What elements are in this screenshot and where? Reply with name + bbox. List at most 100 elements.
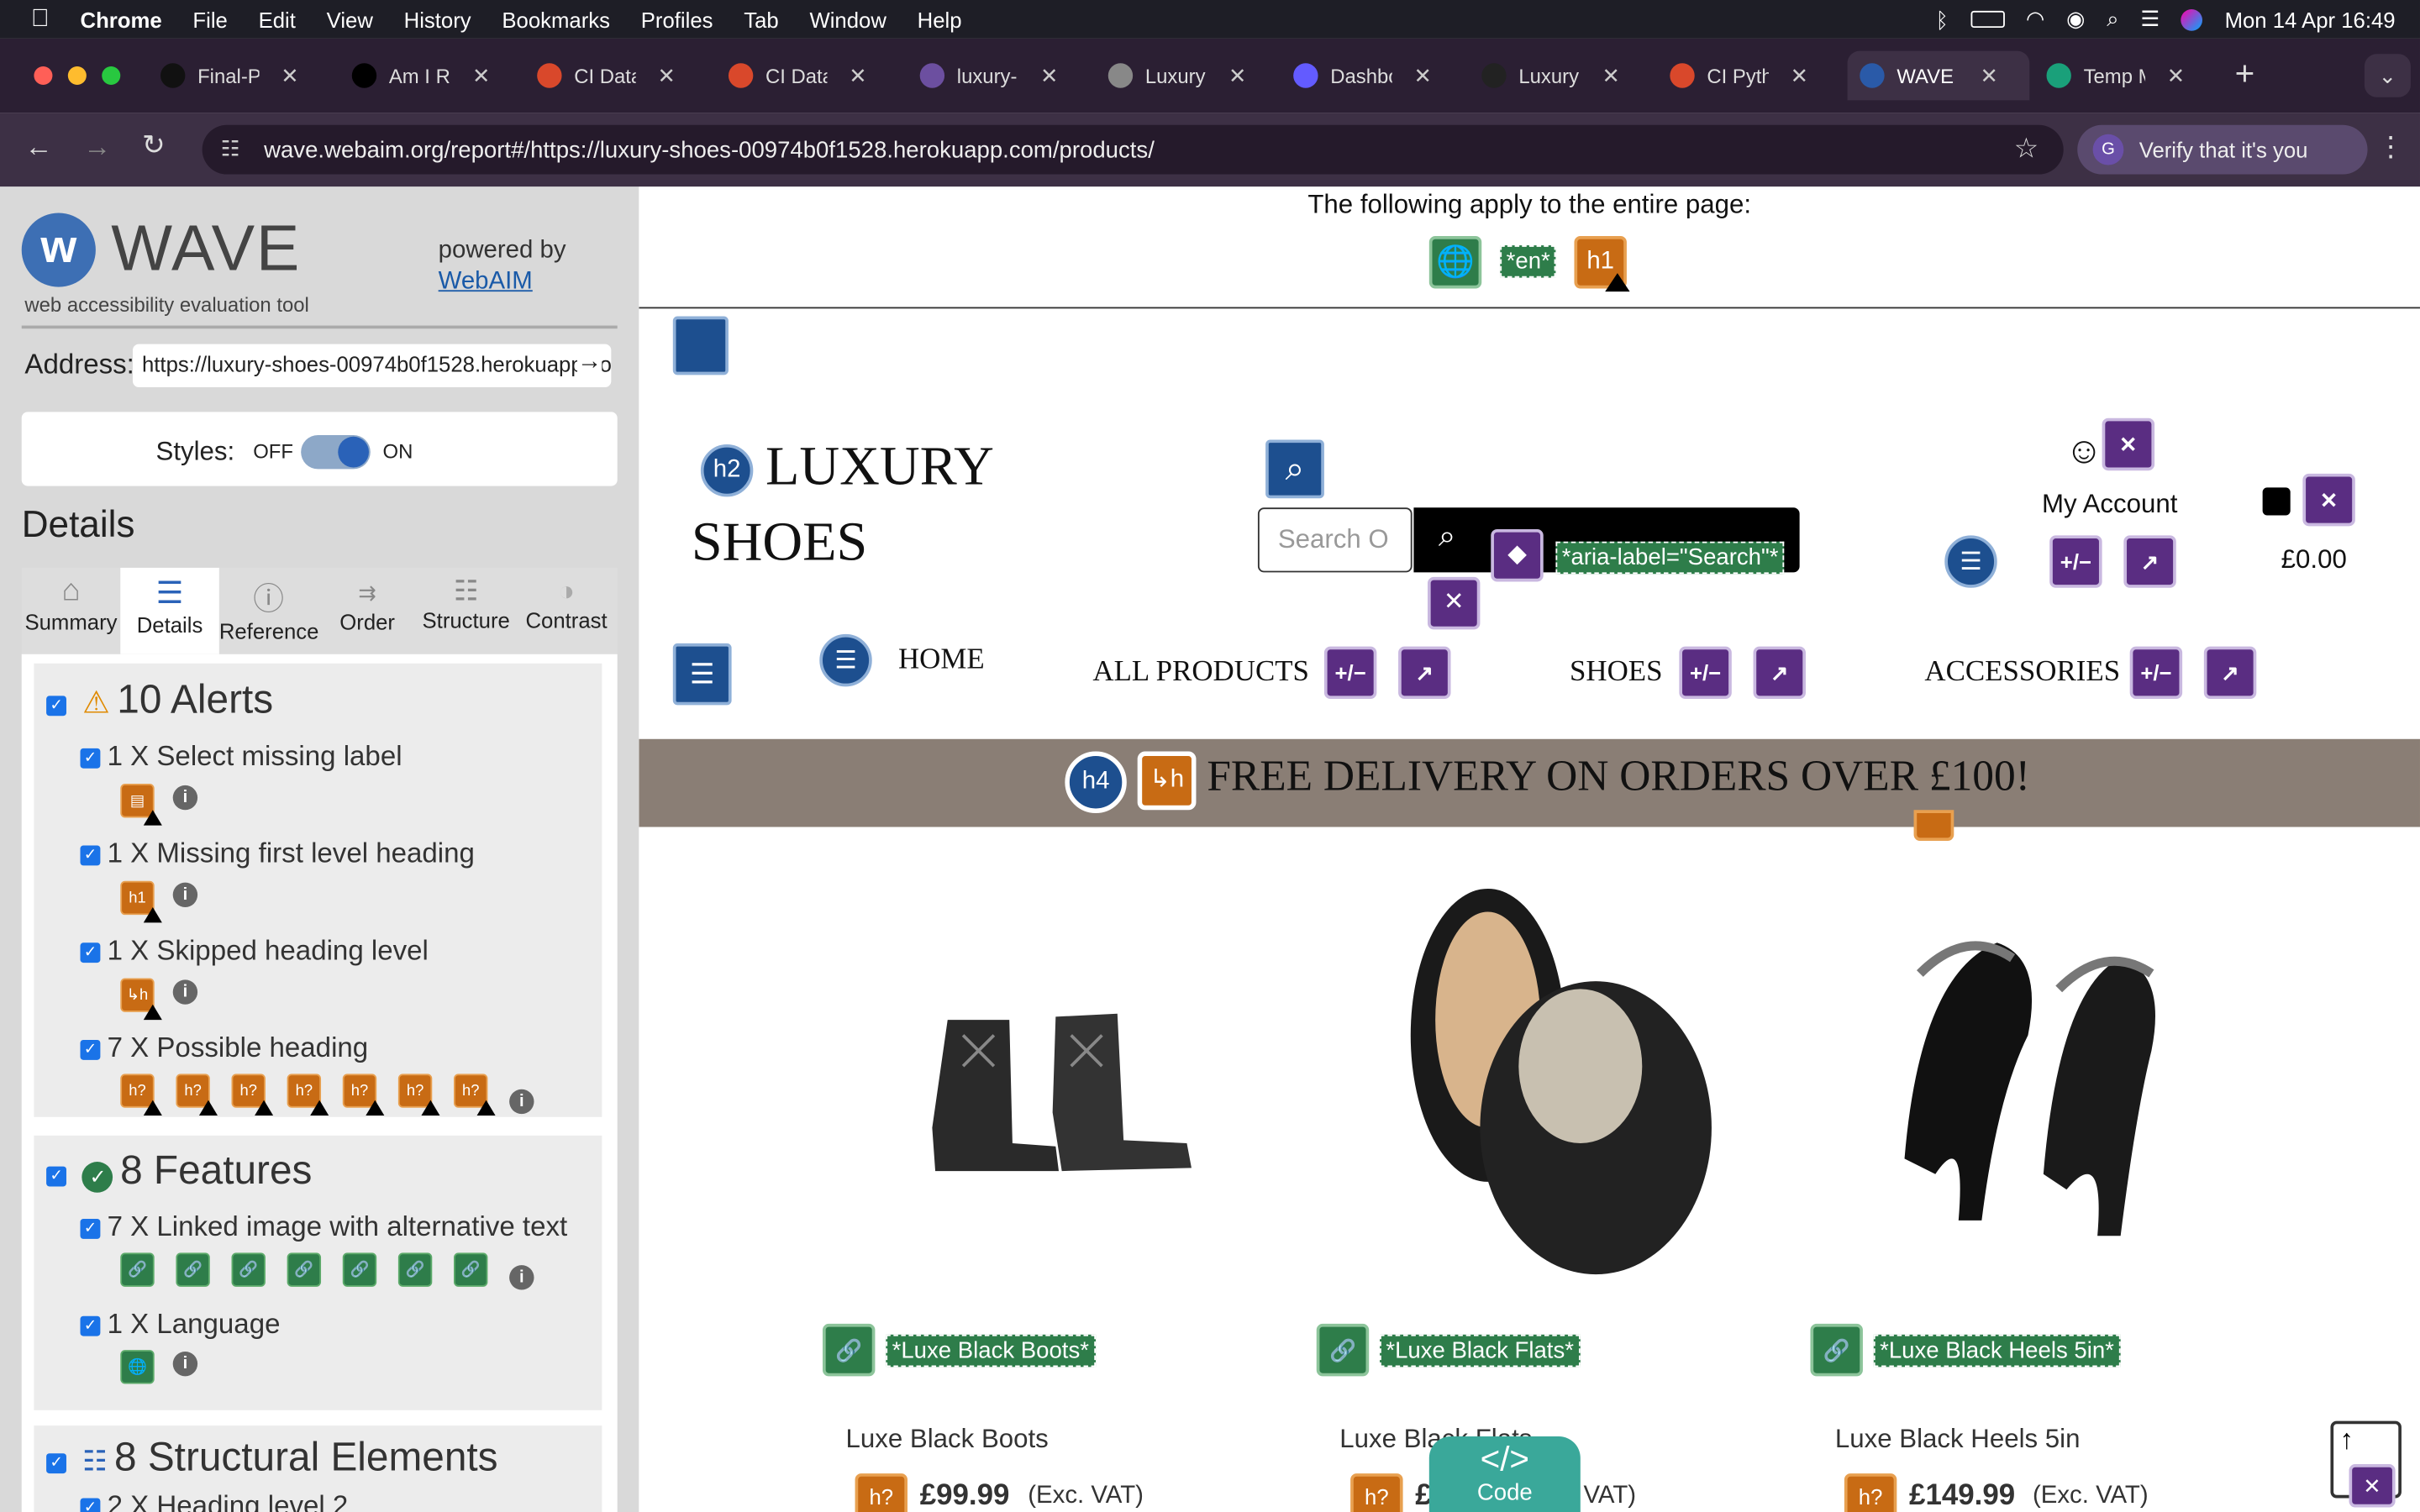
possible-heading-icon[interactable]: h?: [397, 1074, 440, 1116]
address-bar[interactable]: ☷ wave.webaim.org/report#/https://luxury…: [202, 124, 2064, 175]
skipped-heading-icon[interactable]: ↳h: [120, 978, 162, 1021]
linked-image-icon[interactable]: 🔗: [397, 1252, 433, 1287]
browser-menu-icon[interactable]: ⋮: [2377, 131, 2405, 164]
list-icon[interactable]: ☰: [1944, 535, 1997, 588]
close-tab-icon[interactable]: ✕: [849, 62, 867, 88]
possible-heading-icon[interactable]: h?: [231, 1074, 274, 1116]
possible-heading-icon[interactable]: h?: [1350, 1473, 1403, 1512]
header-region-icon[interactable]: [672, 316, 729, 375]
maximize-window-button[interactable]: [102, 66, 121, 86]
linked-image-icon[interactable]: 🔗: [453, 1252, 488, 1287]
menu-tab[interactable]: Tab: [744, 7, 778, 31]
info-button-icon[interactable]: i: [509, 1089, 534, 1115]
possible-heading-icon[interactable]: h?: [855, 1473, 908, 1512]
tab-contrast[interactable]: ◑ Contrast: [515, 568, 617, 654]
linked-image-icon[interactable]: 🔗: [1810, 1323, 1863, 1377]
search-form-icon[interactable]: ⌕: [1265, 439, 1324, 499]
minimize-window-button[interactable]: [67, 66, 87, 86]
brand-shoes[interactable]: SHOES: [692, 509, 867, 574]
alerts-checkbox[interactable]: ✓: [46, 696, 66, 717]
menu-history[interactable]: History: [404, 7, 471, 31]
code-button[interactable]: </> Code: [1428, 1436, 1581, 1512]
linked-image-icon[interactable]: 🔗: [176, 1252, 210, 1287]
h2-heading-icon[interactable]: h2: [700, 444, 754, 497]
possible-heading-icon[interactable]: [1913, 810, 1954, 842]
search-aria-label[interactable]: *aria-label="Search"*: [1555, 541, 1785, 575]
menu-profiles[interactable]: Profiles: [641, 7, 713, 31]
back-icon[interactable]: ←: [24, 131, 52, 164]
nav-region-icon[interactable]: ☰: [672, 643, 732, 706]
error-icon[interactable]: ✕: [1427, 576, 1481, 630]
product-name[interactable]: Luxe Black Boots: [846, 1424, 1049, 1455]
browser-tab[interactable]: Dashbo ✕: [1281, 51, 1463, 101]
shopping-bag-icon[interactable]: [2262, 487, 2291, 516]
webaim-link[interactable]: WebAIM: [439, 269, 533, 297]
toggle-icon[interactable]: +/−: [1323, 646, 1377, 700]
linked-image-icon[interactable]: 🔗: [342, 1252, 377, 1287]
brand-luxury[interactable]: LUXURY: [765, 433, 994, 498]
linked-image-icon[interactable]: 🔗: [287, 1252, 322, 1287]
product-alt-text[interactable]: *Luxe Black Flats*: [1380, 1334, 1581, 1368]
product-alt-text[interactable]: *Luxe Black Boots*: [886, 1334, 1096, 1368]
alert-checkbox[interactable]: ✓: [80, 846, 101, 866]
close-tab-icon[interactable]: ✕: [1791, 62, 1809, 88]
alert-checkbox[interactable]: ✓: [80, 1040, 101, 1061]
close-window-button[interactable]: [34, 66, 53, 86]
tab-order[interactable]: ⇉ Order: [318, 568, 417, 654]
search-input[interactable]: Search O: [1257, 507, 1413, 573]
menu-edit[interactable]: Edit: [259, 7, 296, 31]
alert-checkbox[interactable]: ✓: [80, 748, 101, 769]
h4-heading-icon[interactable]: h4: [1065, 751, 1127, 813]
wifi-icon[interactable]: ◠: [2026, 6, 2044, 32]
wave-address-input[interactable]: https://luxury-shoes-00974b0f1528.heroku…: [132, 344, 612, 388]
styles-toggle[interactable]: [301, 434, 371, 470]
basket-total[interactable]: £0.00: [2281, 544, 2347, 575]
possible-heading-icon[interactable]: h?: [176, 1074, 218, 1116]
language-globe-icon[interactable]: 🌐: [1428, 236, 1482, 289]
control-center-icon[interactable]: ☰: [2140, 6, 2160, 32]
tab-structure[interactable]: ☷ Structure: [417, 568, 516, 654]
error-icon[interactable]: ✕: [2302, 473, 2355, 527]
link-icon[interactable]: ↗: [2123, 535, 2176, 588]
linked-image-icon[interactable]: 🔗: [231, 1252, 266, 1287]
browser-tab[interactable]: Am I Re ✕: [339, 51, 522, 101]
aria-label-tag-icon[interactable]: ◆: [1491, 528, 1544, 582]
browser-tab[interactable]: Temp M ✕: [2034, 51, 2217, 101]
nav-home[interactable]: HOME: [898, 643, 985, 677]
info-button-icon[interactable]: i: [172, 979, 198, 1005]
possible-heading-icon[interactable]: h?: [453, 1074, 496, 1116]
info-button-icon[interactable]: i: [509, 1265, 534, 1290]
skipped-heading-icon[interactable]: ↳h: [1137, 751, 1197, 811]
menu-help[interactable]: Help: [918, 7, 962, 31]
close-tab-icon[interactable]: ✕: [1040, 62, 1059, 88]
link-icon[interactable]: ↗: [1753, 646, 1806, 700]
language-badge[interactable]: *en*: [1500, 245, 1557, 278]
browser-tab[interactable]: WAVE F ✕: [1847, 50, 2030, 101]
browser-tab[interactable]: CI Data ✕: [524, 51, 707, 101]
search-icon[interactable]: ⌕: [2107, 6, 2118, 32]
browser-tab[interactable]: luxury- ✕: [908, 51, 1090, 101]
nav-accessories[interactable]: ACCESSORIES: [1924, 656, 2120, 690]
product-card[interactable]: [793, 850, 1287, 1512]
browser-tab[interactable]: Luxury ✕: [1470, 51, 1652, 101]
reload-icon[interactable]: ↻: [142, 129, 166, 162]
account-user-icon[interactable]: ☺: [2065, 430, 2103, 473]
feature-checkbox[interactable]: ✓: [80, 1316, 101, 1337]
new-tab-button[interactable]: +: [2235, 54, 2255, 94]
my-account-link[interactable]: My Account: [2042, 489, 2177, 520]
structural-item-checkbox[interactable]: ✓: [80, 1498, 101, 1512]
h1-missing-icon[interactable]: h1: [120, 880, 162, 923]
product-card[interactable]: [1302, 850, 1797, 1512]
select-missing-label-icon[interactable]: ▤: [120, 784, 162, 826]
tab-search-button[interactable]: ⌄: [2364, 54, 2411, 97]
product-image-boots[interactable]: [917, 974, 1225, 1189]
feature-checkbox[interactable]: ✓: [80, 1219, 101, 1240]
linked-image-icon[interactable]: 🔗: [120, 1252, 155, 1287]
verify-identity-button[interactable]: G Verify that it's you: [2077, 124, 2368, 175]
error-icon[interactable]: ✕: [2349, 1464, 2396, 1508]
info-button-icon[interactable]: i: [172, 785, 198, 811]
linked-image-icon[interactable]: 🔗: [1316, 1323, 1370, 1377]
battery-icon[interactable]: [1970, 10, 2005, 29]
close-tab-icon[interactable]: ✕: [657, 62, 676, 88]
siri-icon[interactable]: [2181, 8, 2203, 30]
